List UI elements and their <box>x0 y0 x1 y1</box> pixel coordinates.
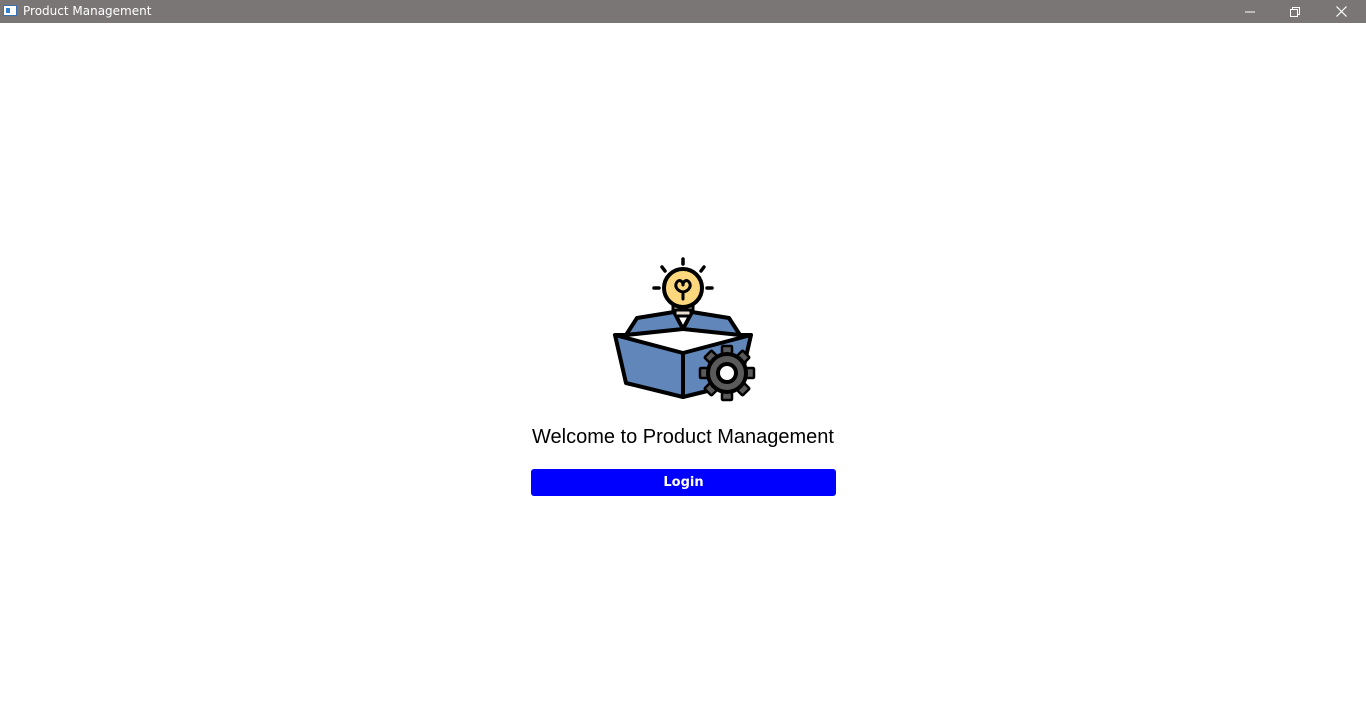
minimize-icon <box>1245 11 1255 12</box>
maximize-button[interactable] <box>1272 0 1318 23</box>
minimize-button[interactable] <box>1227 0 1273 23</box>
title-bar[interactable]: Product Management <box>0 0 1366 23</box>
login-button[interactable]: Login <box>531 469 836 496</box>
restore-icon <box>1290 6 1300 17</box>
main-content: Welcome to Product Management Login <box>0 23 1366 727</box>
welcome-heading: Welcome to Product Management <box>531 426 834 448</box>
close-icon <box>1335 6 1347 17</box>
app-window: Product Management Welcome to Product Ma… <box>0 0 1366 727</box>
close-button[interactable] <box>1318 0 1364 23</box>
box-lightbulb-gear-icon <box>613 257 756 402</box>
app-window-icon <box>3 5 17 16</box>
window-title: Product Management <box>23 4 152 18</box>
